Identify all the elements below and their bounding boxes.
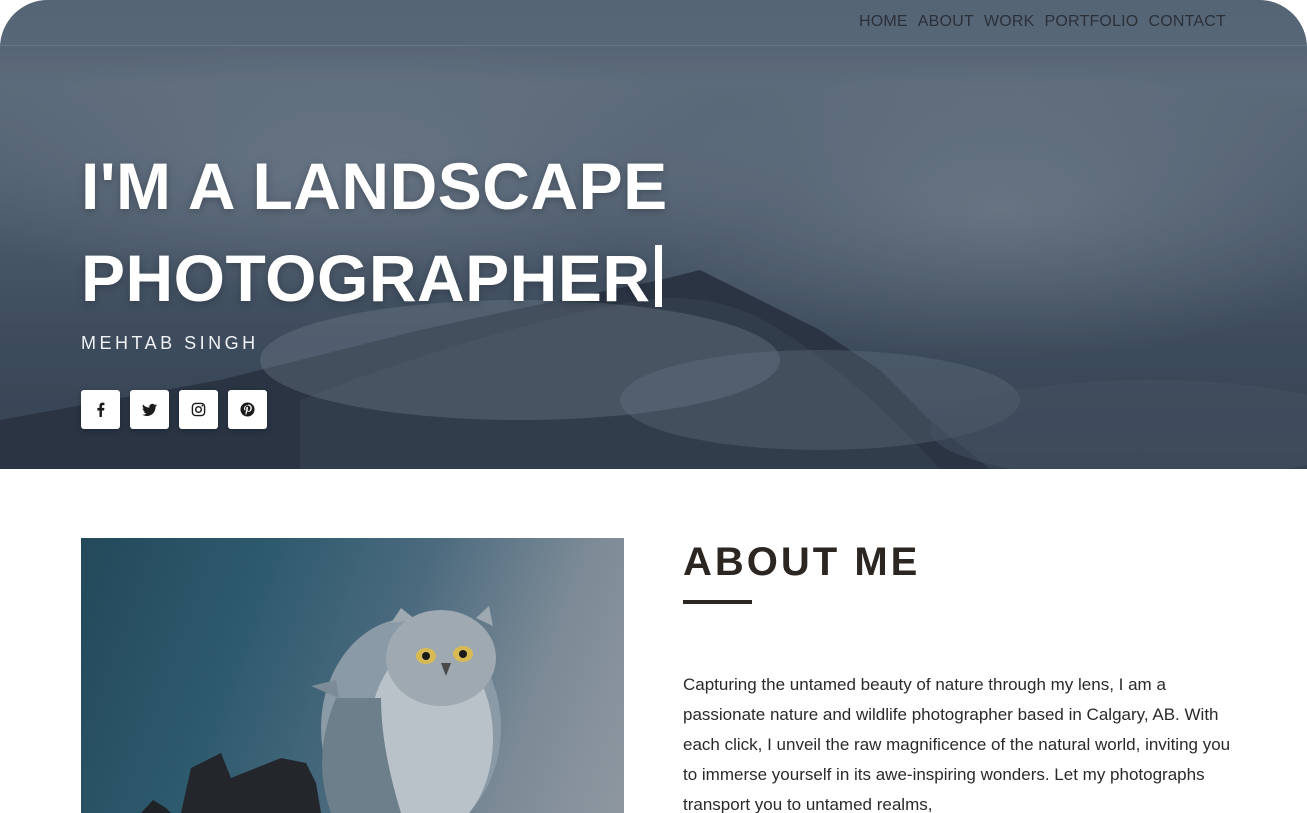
nav-about-link[interactable]: ABOUT bbox=[918, 13, 974, 31]
top-navbar: HOME ABOUT WORK PORTFOLIO CONTACT bbox=[0, 0, 1307, 46]
hero-title-line-2-text: PHOTOGRAPHER bbox=[81, 241, 651, 315]
nav-home-link[interactable]: HOME bbox=[859, 13, 908, 31]
about-title-underline bbox=[683, 600, 752, 604]
twitter-button[interactable] bbox=[130, 390, 169, 429]
nav-contact-link[interactable]: CONTACT bbox=[1148, 13, 1226, 31]
hero-section: HOME ABOUT WORK PORTFOLIO CONTACT I'M A … bbox=[0, 0, 1307, 469]
about-text: Capturing the untamed beauty of nature t… bbox=[683, 675, 1231, 813]
facebook-icon bbox=[97, 402, 105, 417]
pinterest-icon bbox=[240, 402, 255, 417]
main-nav: HOME ABOUT WORK PORTFOLIO CONTACT bbox=[859, 13, 1226, 31]
owl-image bbox=[141, 606, 501, 813]
instagram-icon bbox=[191, 402, 206, 417]
hero-subtitle: MEHTAB SINGH bbox=[81, 333, 259, 353]
social-links bbox=[81, 390, 267, 429]
hero-title: I'M A LANDSCAPE PHOTOGRAPHER bbox=[81, 140, 668, 324]
page: HOME ABOUT WORK PORTFOLIO CONTACT I'M A … bbox=[0, 0, 1307, 813]
nav-portfolio-link[interactable]: PORTFOLIO bbox=[1044, 13, 1138, 31]
typing-cursor bbox=[654, 245, 662, 307]
facebook-button[interactable] bbox=[81, 390, 120, 429]
about-title: ABOUT ME bbox=[683, 540, 921, 584]
hero-title-line-1: I'M A LANDSCAPE bbox=[81, 149, 668, 223]
instagram-button[interactable] bbox=[179, 390, 218, 429]
twitter-icon bbox=[142, 403, 157, 417]
nav-work-link[interactable]: WORK bbox=[984, 13, 1035, 31]
hero-title-line-2: PHOTOGRAPHER bbox=[81, 232, 668, 324]
owl-photo bbox=[81, 538, 624, 813]
pinterest-button[interactable] bbox=[228, 390, 267, 429]
